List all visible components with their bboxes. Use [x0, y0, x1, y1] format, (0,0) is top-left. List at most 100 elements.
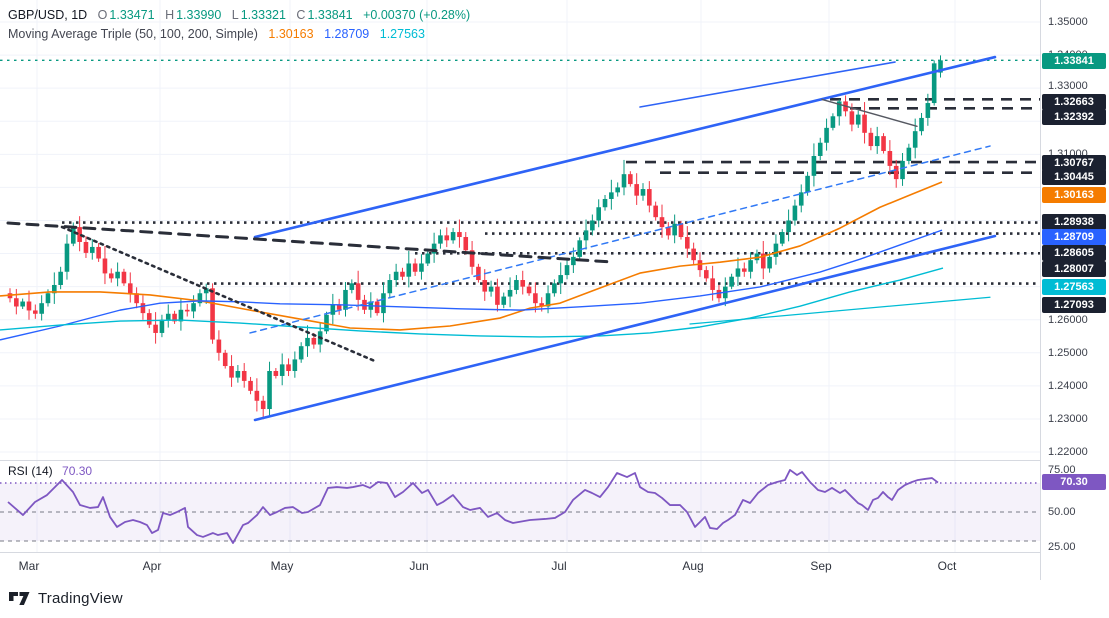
candle-body	[236, 371, 241, 378]
candle-body	[457, 232, 462, 237]
candle-body	[343, 290, 348, 310]
candle-body	[166, 314, 171, 320]
sma100-value: 1.28709	[324, 27, 369, 41]
candle-body	[350, 283, 355, 290]
high-value: 1.33990	[176, 8, 221, 22]
candle-body	[596, 207, 601, 220]
candle-body	[710, 278, 715, 290]
candle-body	[932, 63, 937, 103]
candle-body	[571, 257, 576, 265]
candle-body	[552, 283, 557, 293]
candle-body	[331, 305, 336, 315]
price-axis[interactable]: 1.350001.340001.330001.310001.260001.250…	[1040, 0, 1109, 580]
candle-body	[147, 313, 152, 325]
candle-body	[679, 224, 684, 237]
candle-body	[774, 244, 779, 257]
high-label: H	[165, 8, 174, 22]
candle-body	[850, 111, 855, 124]
price-axis-tick: 1.33000	[1048, 80, 1088, 92]
time-axis-label-sep: Sep	[810, 559, 831, 573]
candle-body	[691, 249, 696, 261]
candle-body	[14, 298, 19, 306]
price-label-chip: 1.32663	[1042, 94, 1106, 110]
candle-body	[786, 220, 791, 232]
price-axis-tick: 1.35000	[1048, 16, 1088, 28]
candle-body	[748, 260, 753, 272]
candle-body	[881, 136, 886, 151]
candle-body	[590, 220, 595, 230]
price-label-chip: 1.28007	[1042, 261, 1106, 277]
candle-body	[869, 133, 874, 146]
tradingview-watermark[interactable]: TradingView	[9, 590, 123, 607]
candle-body	[900, 161, 905, 179]
price-label-chip: 1.27563	[1042, 279, 1106, 295]
candle-body	[508, 290, 513, 297]
candle-body	[565, 265, 570, 275]
candle-body	[274, 371, 279, 376]
time-axis-label-jun: Jun	[409, 559, 428, 573]
candle-body	[210, 288, 215, 339]
price-label-chip: 1.28938	[1042, 214, 1106, 230]
tradingview-logo-icon	[9, 592, 31, 606]
open-label: O	[98, 8, 108, 22]
candle-body	[660, 217, 665, 227]
candle-body	[406, 263, 411, 276]
candle-body	[501, 297, 506, 305]
candle-body	[58, 272, 63, 285]
sma50-value: 1.30163	[268, 27, 313, 41]
candle-body	[305, 338, 310, 346]
candle-body	[634, 184, 639, 196]
candle-body	[875, 136, 880, 146]
candle-body	[381, 293, 386, 313]
candle-body	[913, 131, 918, 148]
candle-body	[520, 280, 525, 287]
rsi-legend-row[interactable]: RSI (14) 70.30	[8, 464, 92, 478]
candle-body	[242, 371, 247, 381]
candle-body	[90, 247, 95, 253]
candle-body	[286, 364, 291, 371]
candle-body	[622, 174, 627, 187]
candle-body	[39, 303, 44, 314]
trendline-sep-highs-connector	[822, 99, 917, 126]
candle-body	[856, 115, 861, 125]
candle-body	[742, 268, 747, 271]
symbol-legend-row[interactable]: GBP/USD, 1D O1.33471 H1.33990 L1.33321 C…	[8, 8, 472, 22]
candle-body	[109, 273, 114, 278]
tradingview-chart-window: GBP/USD, 1D O1.33471 H1.33990 L1.33321 C…	[0, 0, 1109, 618]
time-axis[interactable]: MarAprMayJunJulAugSepOct	[0, 552, 1040, 580]
candle-body	[717, 290, 722, 298]
candle-body	[312, 338, 317, 345]
candle-body	[280, 364, 285, 376]
candle-body	[685, 237, 690, 249]
ma-line-sma200	[0, 268, 943, 337]
price-label-chip: 1.27093	[1042, 297, 1106, 313]
time-axis-label-jul: Jul	[551, 559, 566, 573]
candle-body	[482, 280, 487, 292]
candle-body	[128, 283, 133, 293]
candle-body	[65, 244, 70, 272]
candle-body	[888, 151, 893, 166]
candle-body	[476, 267, 481, 280]
close-value: 1.33841	[307, 8, 352, 22]
rsi-title: RSI (14)	[8, 464, 53, 478]
low-label: L	[232, 8, 239, 22]
candle-body	[926, 103, 931, 118]
symbol-title: GBP/USD, 1D	[8, 8, 87, 22]
main-chart-canvas[interactable]	[0, 0, 1040, 580]
candle-body	[894, 166, 899, 179]
candle-body	[388, 280, 393, 293]
candle-body	[919, 118, 924, 131]
candle-body	[20, 302, 25, 307]
ma-legend-row[interactable]: Moving Average Triple (50, 100, 200, Sim…	[8, 27, 427, 41]
time-axis-label-may: May	[271, 559, 294, 573]
price-axis-tick: 1.22000	[1048, 446, 1088, 458]
candle-body	[615, 187, 620, 192]
price-axis-tick: 1.23000	[1048, 413, 1088, 425]
candle-body	[122, 272, 127, 284]
candle-body	[191, 303, 196, 311]
candle-body	[824, 128, 829, 143]
candle-body	[71, 227, 76, 244]
candle-body	[495, 287, 500, 305]
candle-body	[647, 189, 652, 206]
candle-body	[489, 287, 494, 292]
